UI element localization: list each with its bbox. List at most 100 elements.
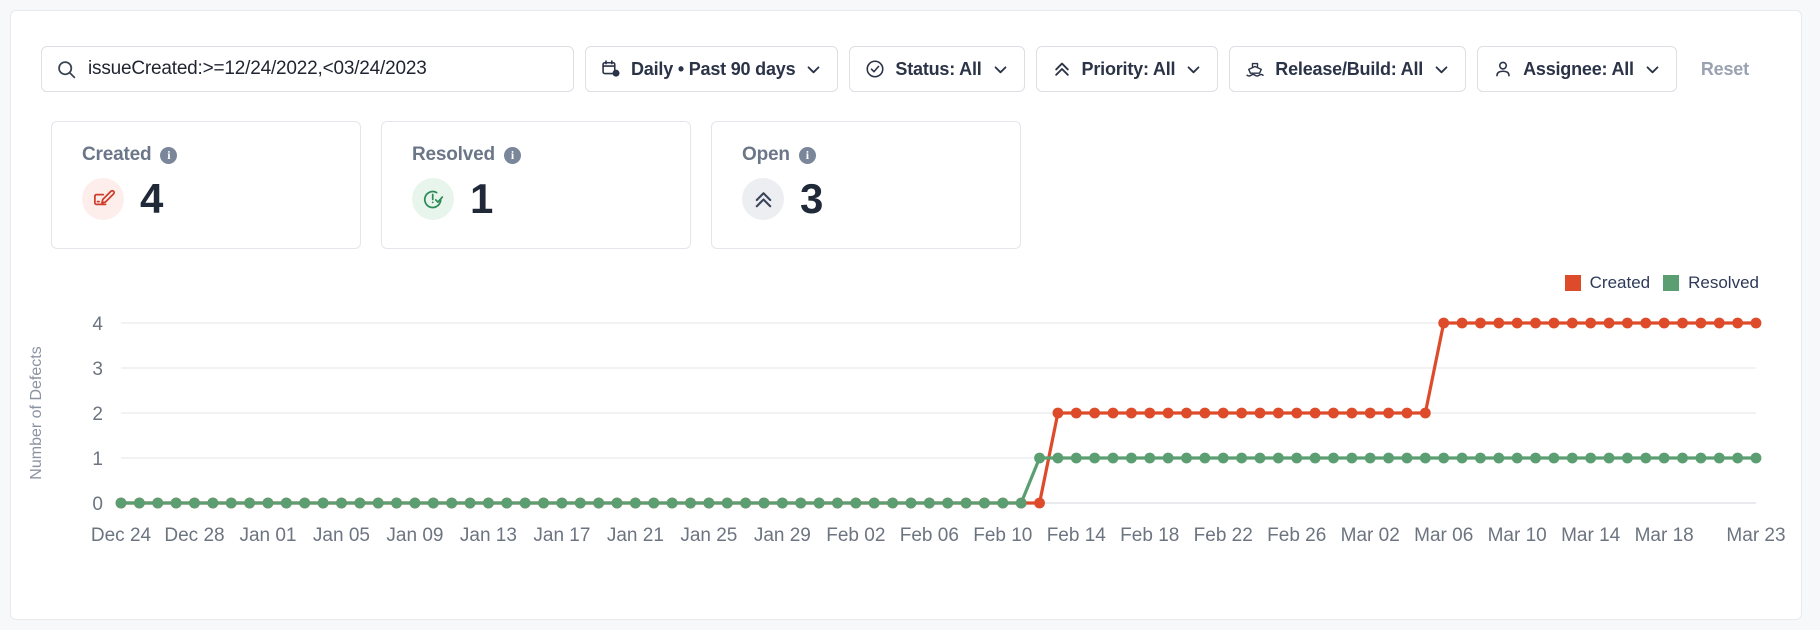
info-icon[interactable]: i (503, 146, 521, 164)
card-resolved-body: 1 (412, 178, 666, 220)
card-open-title: Open (742, 144, 790, 165)
x-axis-tick: Jan 25 (680, 525, 737, 546)
chart-point-created (1236, 407, 1248, 419)
chart-point-resolved (115, 497, 127, 509)
person-icon (1493, 59, 1513, 79)
chart-point-resolved (225, 497, 237, 509)
x-axis-tick: Jan 13 (460, 525, 517, 546)
chart-point-created (1364, 407, 1376, 419)
chart-point-resolved (666, 497, 678, 509)
chevron-down-icon (992, 61, 1009, 78)
chart-point-resolved (427, 497, 439, 509)
chart-point-resolved (207, 497, 219, 509)
chart-point-resolved (1217, 452, 1229, 464)
filter-date-range-label: Daily • Past 90 days (631, 59, 796, 79)
card-created[interactable]: Created i 4 (51, 121, 361, 249)
issues-dashboard-panel: issueCreated:>=12/24/2022,<03/24/2023 Da… (10, 10, 1802, 620)
defects-line-chart[interactable]: Number of Defects 0 1 2 3 4 Dec 24 Dec 28 Jan 01… (11, 303, 1793, 603)
filter-priority[interactable]: Priority: All (1035, 46, 1219, 92)
chart-point-resolved (868, 497, 880, 509)
search-input[interactable]: issueCreated:>=12/24/2022,<03/24/2023 (41, 46, 574, 92)
chart-point-resolved (1309, 452, 1321, 464)
chart-point-created (1511, 317, 1523, 329)
chart-point-resolved (1713, 452, 1725, 464)
card-open[interactable]: Open i 3 (711, 121, 1021, 249)
legend-label-resolved: Resolved (1688, 273, 1759, 292)
chart-point-created (1566, 317, 1578, 329)
chart-point-resolved (1511, 452, 1523, 464)
card-created-value: 4 (140, 175, 163, 222)
card-resolved-title: Resolved (412, 144, 495, 165)
x-axis-tick: Jan 29 (754, 525, 811, 546)
chart-point-created (1401, 407, 1413, 419)
chart-point-resolved (1199, 452, 1211, 464)
chart-legend: Created Resolved (1564, 273, 1759, 293)
card-resolved-title-row: Resolved i (412, 144, 666, 166)
filter-release-build[interactable]: Release/Build: All (1229, 46, 1467, 92)
chart-line-resolved (119, 456, 1758, 505)
x-axis-tick: Feb 02 (826, 525, 885, 546)
chart-point-resolved (336, 497, 347, 509)
x-axis-tick: Feb 18 (1120, 525, 1179, 546)
chart-point-resolved (1475, 452, 1486, 464)
chart-point-resolved (446, 497, 458, 509)
x-axis-tick: Dec 24 (91, 525, 152, 546)
card-created-body: 4 (82, 178, 336, 220)
card-open-body: 3 (742, 178, 996, 220)
chart-point-created (1713, 317, 1725, 329)
chart-point-created (1438, 317, 1450, 329)
chart-point-resolved (1107, 452, 1119, 464)
chart-point-resolved (1622, 452, 1633, 464)
chart-point-created (1456, 317, 1468, 329)
chart-point-resolved (887, 497, 898, 509)
chart-point-created (1585, 317, 1597, 329)
chart-point-resolved (960, 497, 972, 509)
chart-point-created (1272, 407, 1284, 419)
edit-pencil-icon (82, 178, 124, 220)
info-icon[interactable]: i (160, 146, 178, 164)
chevron-down-icon (1644, 61, 1661, 78)
reset-button[interactable]: Reset (1701, 59, 1749, 80)
x-axis-tick: Feb 22 (1194, 525, 1253, 546)
ship-icon (1245, 59, 1265, 79)
chart-point-resolved (409, 497, 421, 509)
x-axis-tick: Mar 23 (1726, 525, 1785, 546)
x-axis-tick: Jan 01 (239, 525, 296, 546)
filter-status[interactable]: Status: All (849, 46, 1025, 92)
chart-point-created (1530, 317, 1541, 329)
filter-assignee-label: Assignee: All (1523, 59, 1634, 79)
chart-point-resolved (1566, 452, 1578, 464)
double-chevron-up-icon (1052, 59, 1072, 79)
chart-point-resolved (152, 497, 164, 509)
filter-toolbar: issueCreated:>=12/24/2022,<03/24/2023 Da… (11, 11, 1801, 97)
chart-point-resolved (1254, 452, 1266, 464)
chart-point-created (1419, 407, 1431, 419)
chart-point-created (1640, 317, 1652, 329)
x-axis-tick: Feb 10 (973, 525, 1032, 546)
chart-point-resolved (262, 497, 274, 509)
card-created-title-row: Created i (82, 144, 336, 166)
search-query-text: issueCreated:>=12/24/2022,<03/24/2023 (88, 58, 427, 79)
chart-point-resolved (629, 497, 641, 509)
chart-point-resolved (740, 497, 752, 509)
chart-point-resolved (850, 497, 862, 509)
chart-point-resolved (280, 497, 292, 509)
chart-point-resolved (832, 497, 843, 509)
card-resolved[interactable]: Resolved i 1 (381, 121, 691, 249)
chevron-down-icon (1433, 61, 1450, 78)
legend-item-resolved[interactable]: Resolved (1663, 273, 1759, 293)
legend-label-created: Created (1589, 273, 1651, 292)
filter-date-range[interactable]: Daily • Past 90 days (585, 46, 839, 92)
legend-item-created[interactable]: Created (1564, 273, 1651, 293)
chart-point-resolved (648, 497, 660, 509)
check-circle-icon (865, 59, 885, 79)
chart-point-created (1162, 407, 1174, 419)
chart-point-resolved (501, 497, 513, 509)
chart-point-created (1107, 407, 1119, 419)
chart-point-resolved (1015, 497, 1027, 509)
info-icon[interactable]: i (798, 146, 816, 164)
chart-point-resolved (133, 497, 145, 509)
chart-point-resolved (1750, 452, 1762, 464)
filter-assignee[interactable]: Assignee: All (1477, 46, 1677, 92)
chart-point-created (1732, 317, 1744, 329)
